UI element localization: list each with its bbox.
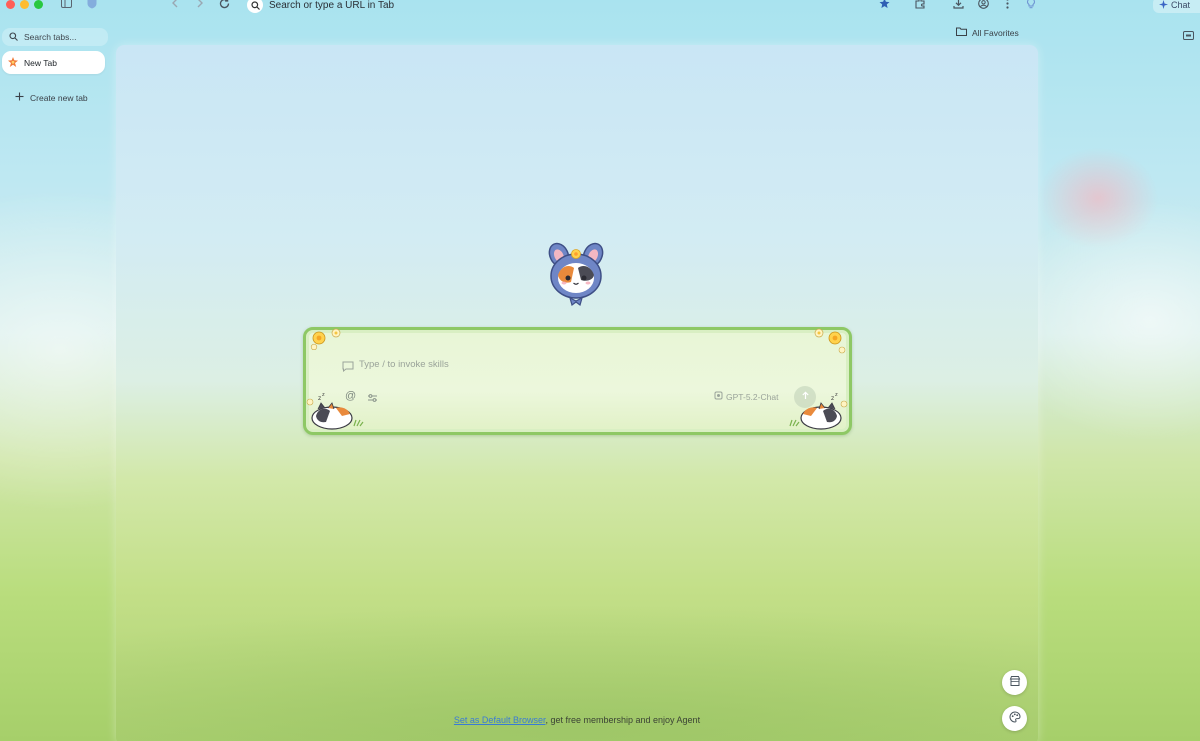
app-logo-icon	[7, 56, 19, 70]
sleeping-cat-left-icon: z z	[306, 392, 364, 430]
ask-input-card[interactable]: z z z z @	[303, 327, 852, 435]
forward-icon[interactable]	[196, 0, 204, 12]
back-icon[interactable]	[171, 0, 179, 12]
profile-icon[interactable]	[978, 0, 989, 13]
cat-mascot-icon	[548, 242, 604, 307]
sparkle-icon	[1159, 0, 1168, 11]
shield-icon[interactable]	[87, 0, 97, 13]
minimize-window-button[interactable]	[20, 0, 29, 9]
promo-text: , get free membership and enjoy Agent	[545, 715, 701, 725]
extensions-icon[interactable]	[915, 0, 926, 13]
maximize-window-button[interactable]	[34, 0, 43, 9]
title-bar: Search or type a URL in Tab Chat	[0, 0, 1200, 14]
prompt-input[interactable]	[359, 359, 659, 370]
svg-text:z: z	[835, 392, 838, 398]
folder-icon	[956, 27, 967, 38]
star-icon[interactable]	[879, 0, 890, 13]
default-browser-promo: Set as Default Browser, get free members…	[116, 715, 1038, 725]
all-favorites-button[interactable]: All Favorites	[956, 27, 1019, 38]
chat-label: Chat	[1171, 0, 1191, 10]
tab-new-tab[interactable]: New Tab	[2, 51, 105, 74]
palette-icon	[1009, 710, 1021, 728]
flower-decoration-icon	[310, 328, 341, 350]
message-icon	[342, 359, 354, 377]
plus-icon	[15, 92, 24, 103]
more-icon[interactable]	[1006, 0, 1009, 13]
search-icon	[9, 31, 18, 43]
set-default-browser-link[interactable]: Set as Default Browser	[454, 715, 546, 725]
mention-button[interactable]: @	[345, 390, 356, 402]
chat-button[interactable]: Chat	[1153, 0, 1200, 13]
svg-text:z: z	[322, 392, 325, 398]
svg-text:z: z	[831, 395, 834, 402]
flower-decoration-icon	[814, 328, 846, 354]
search-tabs-input[interactable]: Search tabs...	[2, 28, 108, 46]
all-favorites-label: All Favorites	[972, 27, 1019, 38]
lightbulb-icon[interactable]	[1027, 0, 1035, 13]
model-chip-icon	[714, 391, 723, 402]
send-button[interactable]	[794, 386, 816, 408]
new-tab-page: z z z z @	[116, 45, 1038, 741]
create-new-tab-label: Create new tab	[30, 92, 88, 103]
url-placeholder[interactable]: Search or type a URL in Tab	[269, 0, 394, 12]
store-button[interactable]	[1002, 670, 1027, 695]
tab-label: New Tab	[24, 57, 57, 68]
settings-sliders-icon[interactable]	[367, 390, 378, 408]
arrow-up-icon	[801, 391, 810, 403]
model-selector[interactable]: GPT-5.2-Chat	[714, 391, 778, 402]
sidebar-icon[interactable]	[61, 0, 72, 12]
store-icon	[1009, 674, 1021, 692]
model-name: GPT-5.2-Chat	[726, 391, 779, 402]
close-window-button[interactable]	[6, 0, 15, 9]
side-panel-icon[interactable]	[1183, 27, 1194, 45]
svg-text:z: z	[318, 395, 321, 402]
download-icon[interactable]	[953, 0, 964, 13]
reload-icon[interactable]	[219, 0, 230, 13]
search-tabs-placeholder: Search tabs...	[24, 32, 77, 42]
theme-button[interactable]	[1002, 706, 1027, 731]
create-new-tab-button[interactable]: Create new tab	[15, 92, 88, 103]
